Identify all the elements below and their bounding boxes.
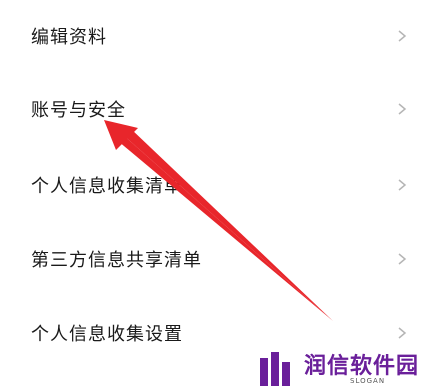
menu-item-edit-profile[interactable]: 编辑资料 — [0, 8, 437, 64]
settings-menu: 编辑资料 账号与安全 个人信息收集清单 第三方信息共享清单 个人信息收集设置 — [0, 0, 437, 391]
brand-slogan: SLOGAN — [350, 377, 386, 385]
menu-item-label: 账号与安全 — [31, 100, 126, 121]
chevron-right-icon — [398, 179, 407, 191]
brand-logo-icon — [260, 352, 290, 386]
chevron-right-icon — [398, 327, 407, 339]
menu-item-account-security[interactable]: 账号与安全 — [0, 81, 437, 137]
menu-item-label: 第三方信息共享清单 — [31, 250, 202, 271]
menu-item-label: 个人信息收集设置 — [31, 324, 183, 345]
chevron-right-icon — [398, 253, 407, 265]
menu-item-label: 编辑资料 — [31, 27, 107, 48]
watermark: 润信软件园 SLOGAN — [252, 346, 437, 391]
brand-name: 润信软件园 — [304, 354, 420, 379]
chevron-right-icon — [398, 103, 407, 115]
menu-item-personal-info-list[interactable]: 个人信息收集清单 — [0, 157, 437, 213]
chevron-right-icon — [398, 30, 407, 42]
menu-item-third-party-sharing-list[interactable]: 第三方信息共享清单 — [0, 231, 437, 287]
menu-item-label: 个人信息收集清单 — [31, 176, 183, 197]
